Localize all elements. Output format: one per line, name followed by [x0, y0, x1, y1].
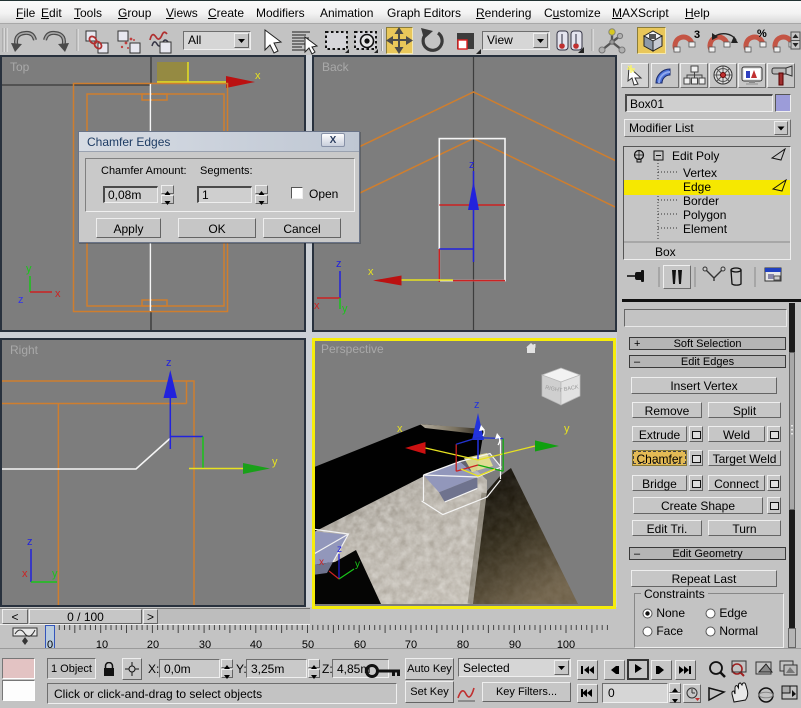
svg-text:x: x [319, 557, 324, 568]
svg-text:y: y [342, 303, 348, 315]
svg-text:y: y [272, 456, 278, 468]
svg-text:z: z [166, 357, 172, 369]
svg-text:y: y [52, 568, 58, 580]
svg-text:z: z [18, 294, 24, 306]
svg-text:z: z [337, 544, 342, 555]
svg-text:%: % [757, 28, 767, 40]
svg-text:x: x [255, 70, 261, 82]
svg-text:z: z [336, 258, 342, 270]
svg-text:z: z [474, 399, 480, 411]
svg-text:x: x [22, 568, 28, 580]
svg-text:z: z [27, 536, 33, 548]
svg-text:z: z [469, 159, 475, 171]
svg-text:y: y [564, 423, 570, 435]
svg-text:x: x [397, 423, 403, 435]
svg-text:x: x [55, 288, 61, 300]
svg-text:3: 3 [694, 29, 700, 41]
svg-text:y: y [26, 263, 32, 275]
svg-text:x: x [314, 300, 320, 312]
svg-text:x: x [368, 266, 374, 278]
svg-text:y: y [355, 559, 360, 570]
